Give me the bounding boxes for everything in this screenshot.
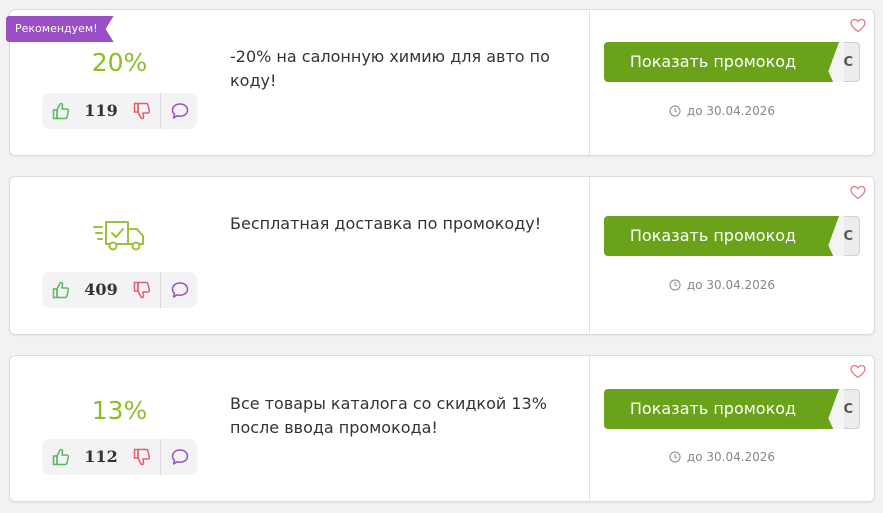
thumbs-down-icon[interactable] <box>132 280 152 300</box>
expiry-text: до 30.04.2026 <box>686 278 776 292</box>
discount-value: 20% <box>91 48 148 77</box>
show-promo-code-button[interactable]: Показать промокод <box>604 389 840 429</box>
thumbs-up-icon[interactable] <box>51 101 71 121</box>
vote-divider <box>160 272 161 308</box>
coupon-description: Все товары каталога со скидкой 13% после… <box>230 394 547 437</box>
delivery-truck-icon <box>93 221 144 251</box>
expiry-text: до 30.04.2026 <box>686 450 776 464</box>
clock-icon <box>669 279 681 291</box>
heart-icon[interactable] <box>850 185 866 200</box>
comment-icon[interactable] <box>170 101 190 121</box>
vote-panel: 112 <box>42 439 197 475</box>
clock-icon <box>669 105 681 117</box>
vote-count: 112 <box>84 447 118 466</box>
vote-count: 119 <box>84 101 118 120</box>
expiry-date: до 30.04.2026 <box>604 450 840 464</box>
thumbs-up-icon[interactable] <box>51 447 71 467</box>
show-promo-code-button[interactable]: Показать промокод <box>604 42 840 82</box>
expiry-text: до 30.04.2026 <box>686 104 776 118</box>
recommended-badge: Рекомендуем! <box>6 16 114 42</box>
expiry-date: до 30.04.2026 <box>604 278 840 292</box>
card-divider <box>589 10 590 155</box>
coupon-description: Бесплатная доставка по промокоду! <box>230 214 542 233</box>
show-code-control[interactable]: C Показать промокод <box>604 216 860 256</box>
heart-icon[interactable] <box>850 18 866 33</box>
clock-icon <box>669 451 681 463</box>
heart-icon[interactable] <box>850 364 866 379</box>
show-code-control[interactable]: C Показать промокод <box>604 42 860 82</box>
coupon-card: Рекомендуем! 20% 119 -20% на салонную хи… <box>9 9 875 156</box>
card-divider <box>589 177 590 334</box>
thumbs-down-icon[interactable] <box>132 447 152 467</box>
expiry-date: до 30.04.2026 <box>604 104 840 118</box>
coupon-description: -20% на салонную химию для авто по коду! <box>230 47 550 90</box>
card-divider <box>589 356 590 501</box>
coupon-card: 409 Бесплатная доставка по промокоду! C … <box>9 176 875 335</box>
vote-panel: 119 <box>42 93 197 129</box>
thumbs-down-icon[interactable] <box>132 101 152 121</box>
thumbs-up-icon[interactable] <box>51 280 71 300</box>
vote-divider <box>160 439 161 475</box>
vote-panel: 409 <box>42 272 197 308</box>
comment-icon[interactable] <box>170 447 190 467</box>
vote-count: 409 <box>84 280 118 299</box>
discount-value: 13% <box>91 396 148 425</box>
comment-icon[interactable] <box>170 280 190 300</box>
show-promo-code-button[interactable]: Показать промокод <box>604 216 840 256</box>
coupon-card: 13% 112 Все товары каталога со скидкой 1… <box>9 355 875 502</box>
show-code-control[interactable]: C Показать промокод <box>604 389 860 429</box>
vote-divider <box>160 93 161 129</box>
